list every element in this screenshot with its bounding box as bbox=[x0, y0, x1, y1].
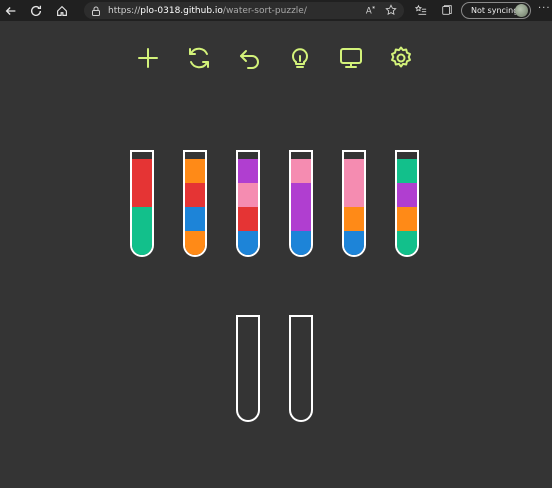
refresh-button[interactable] bbox=[27, 2, 45, 19]
tube-rim bbox=[344, 150, 364, 152]
liquid-layer-orange bbox=[344, 207, 364, 231]
home-icon bbox=[57, 5, 67, 16]
url-host: plo-0318.github.io bbox=[140, 5, 223, 16]
tube-rim bbox=[132, 150, 152, 152]
tube-7[interactable] bbox=[236, 315, 260, 422]
tube-6[interactable] bbox=[395, 150, 419, 257]
back-arrow-icon bbox=[5, 6, 16, 15]
liquid-layer-red bbox=[238, 207, 258, 231]
liquid-layer-orange bbox=[185, 231, 205, 255]
settings-icon bbox=[391, 46, 411, 68]
liquid-layer-pink bbox=[291, 159, 311, 183]
add-icon bbox=[138, 48, 158, 68]
tube-4[interactable] bbox=[289, 150, 313, 257]
undo-button[interactable] bbox=[237, 45, 263, 71]
liquid-layer-green bbox=[132, 207, 152, 231]
display-icon bbox=[340, 48, 362, 68]
tube-3[interactable] bbox=[236, 150, 260, 257]
address-text: https://plo-0318.github.io/water-sort-pu… bbox=[108, 6, 307, 16]
tube-8[interactable] bbox=[289, 315, 313, 422]
home-button[interactable] bbox=[53, 2, 71, 19]
liquid-layer-green bbox=[397, 231, 417, 255]
liquid-layer-pink bbox=[344, 183, 364, 207]
address-bar[interactable]: https://plo-0318.github.io/water-sort-pu… bbox=[84, 2, 404, 19]
liquid-layer-purple bbox=[291, 207, 311, 231]
tube-1[interactable] bbox=[130, 150, 154, 257]
tube-2[interactable] bbox=[183, 150, 207, 257]
back-button[interactable] bbox=[2, 2, 20, 19]
liquid-layer-blue bbox=[344, 231, 364, 255]
restart-button[interactable] bbox=[186, 45, 212, 71]
liquid-layer-blue bbox=[238, 231, 258, 255]
lock-icon bbox=[90, 5, 102, 17]
liquid-layer-blue bbox=[291, 231, 311, 255]
url-path: /water-sort-puzzle/ bbox=[222, 5, 307, 16]
liquid-layer-purple bbox=[291, 183, 311, 207]
favorites-list-icon[interactable] bbox=[414, 3, 428, 17]
profile-sync-button[interactable]: Not syncing bbox=[461, 2, 531, 19]
tube-rim bbox=[291, 150, 311, 152]
more-menu-icon[interactable]: ··· bbox=[538, 3, 551, 14]
tube-rim bbox=[238, 150, 258, 152]
read-aloud-icon[interactable]: A bbox=[364, 3, 378, 17]
liquid-layer-purple bbox=[397, 183, 417, 207]
url-protocol: https:// bbox=[108, 5, 141, 16]
hint-icon bbox=[292, 48, 308, 68]
collections-icon[interactable] bbox=[440, 3, 454, 17]
liquid-layer-orange bbox=[397, 207, 417, 231]
undo-icon bbox=[240, 50, 259, 69]
liquid-layer-red bbox=[132, 183, 152, 207]
refresh-icon bbox=[30, 5, 42, 16]
tube-rim bbox=[291, 315, 311, 317]
liquid-layer-green bbox=[397, 159, 417, 183]
liquid-layer-red bbox=[185, 183, 205, 207]
settings-button[interactable] bbox=[388, 45, 414, 71]
avatar bbox=[515, 4, 528, 17]
tube-rim bbox=[185, 150, 205, 152]
favorite-star-icon[interactable] bbox=[384, 3, 398, 17]
sync-label: Not syncing bbox=[471, 6, 519, 15]
tube-rim bbox=[397, 150, 417, 152]
liquid-layer-blue bbox=[185, 207, 205, 231]
tube-rim bbox=[238, 315, 258, 317]
liquid-layer-pink bbox=[238, 183, 258, 207]
browser-chrome: https://plo-0318.github.io/water-sort-pu… bbox=[0, 0, 552, 21]
display-button[interactable] bbox=[338, 45, 364, 71]
hint-button[interactable] bbox=[287, 45, 313, 71]
liquid-layer-green bbox=[132, 231, 152, 255]
liquid-layer-orange bbox=[185, 159, 205, 183]
restart-icon bbox=[189, 47, 209, 69]
liquid-layer-purple bbox=[238, 159, 258, 183]
liquid-layer-pink bbox=[344, 159, 364, 183]
tube-5[interactable] bbox=[342, 150, 366, 257]
svg-text:A: A bbox=[366, 6, 372, 16]
add-tube-button[interactable] bbox=[135, 45, 161, 71]
liquid-layer-red bbox=[132, 159, 152, 183]
